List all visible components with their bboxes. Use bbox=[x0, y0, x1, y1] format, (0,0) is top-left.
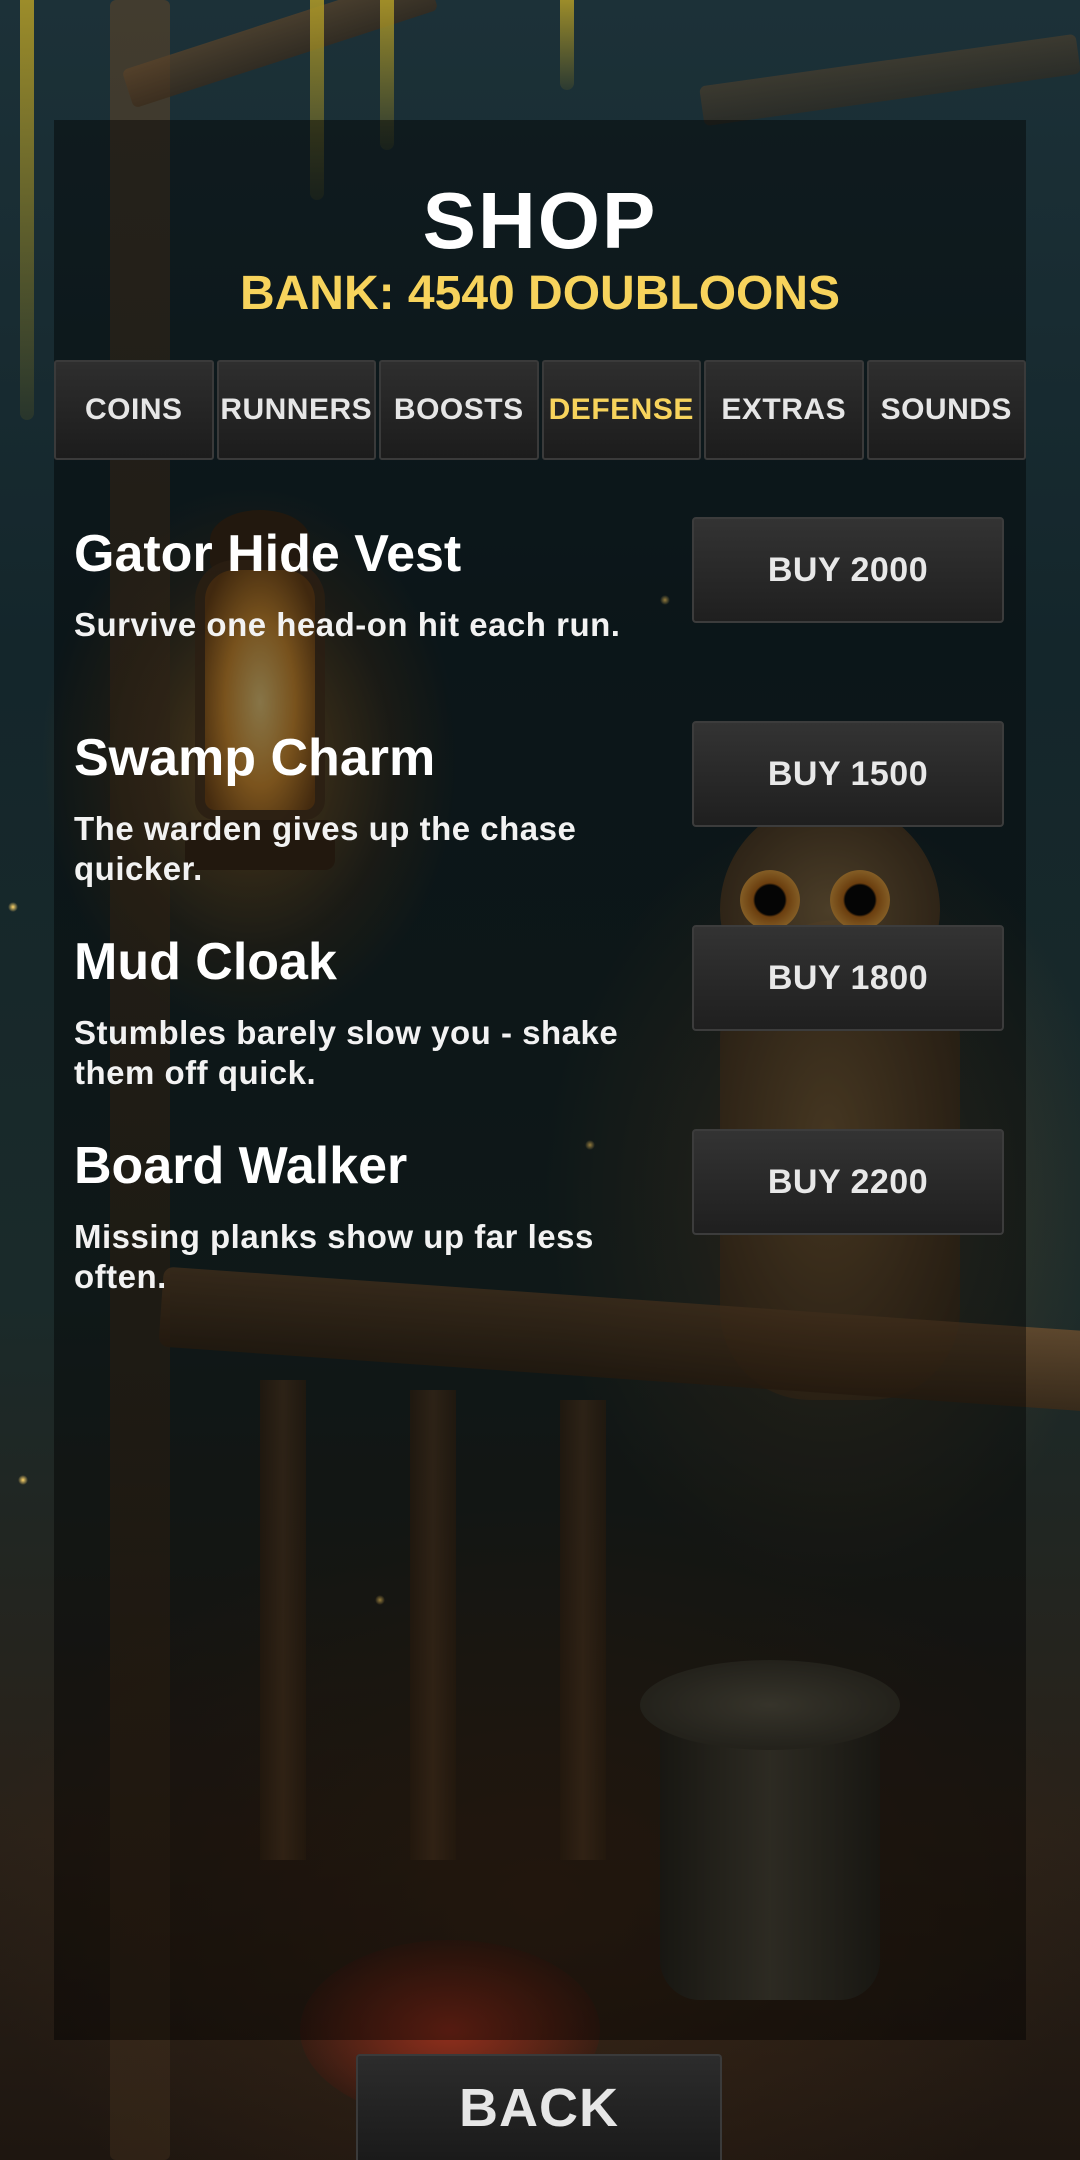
shop-item-board-walker: Board Walker Missing planks show up far … bbox=[74, 1129, 1024, 1325]
shop-item-gator-hide-vest: Gator Hide Vest Survive one head-on hit … bbox=[74, 517, 1024, 713]
buy-button[interactable]: BUY 1800 bbox=[692, 925, 1004, 1031]
shop-item-swamp-charm: Swamp Charm The warden gives up the chas… bbox=[74, 721, 1024, 917]
tab-sounds[interactable]: SOUNDS bbox=[866, 360, 1026, 460]
item-name: Mud Cloak bbox=[74, 933, 337, 991]
item-name: Swamp Charm bbox=[74, 729, 436, 787]
roof-beam bbox=[699, 33, 1080, 127]
tab-boosts[interactable]: BOOSTS bbox=[379, 360, 539, 460]
tab-runners[interactable]: RUNNERS bbox=[216, 360, 376, 460]
bank-balance: BANK: 4540 DOUBLOONS bbox=[239, 267, 841, 320]
category-tabs: COINS RUNNERS BOOSTS DEFENSE EXTRAS SOUN… bbox=[54, 360, 1026, 460]
firefly bbox=[18, 1475, 28, 1485]
item-description: Stumbles barely slow you - shake them of… bbox=[74, 1014, 619, 1091]
back-button[interactable]: BACK bbox=[356, 2054, 722, 2160]
tab-defense[interactable]: DEFENSE bbox=[541, 360, 701, 460]
page-title: SHOP bbox=[422, 176, 658, 265]
item-name: Gator Hide Vest bbox=[74, 525, 462, 583]
item-description: Survive one head-on hit each run. bbox=[74, 606, 621, 643]
item-description: Missing planks show up far less often. bbox=[74, 1218, 594, 1295]
tab-extras[interactable]: EXTRAS bbox=[704, 360, 864, 460]
firefly bbox=[8, 902, 18, 912]
item-name: Board Walker bbox=[74, 1137, 408, 1195]
buy-button[interactable]: BUY 2000 bbox=[692, 517, 1004, 623]
buy-button[interactable]: BUY 1500 bbox=[692, 721, 1004, 827]
buy-button[interactable]: BUY 2200 bbox=[692, 1129, 1004, 1235]
item-description: The warden gives up the chase quicker. bbox=[74, 810, 577, 887]
hanging-moss bbox=[560, 0, 574, 90]
shop-item-mud-cloak: Mud Cloak Stumbles barely slow you - sha… bbox=[74, 925, 1024, 1121]
tab-coins[interactable]: COINS bbox=[54, 360, 214, 460]
